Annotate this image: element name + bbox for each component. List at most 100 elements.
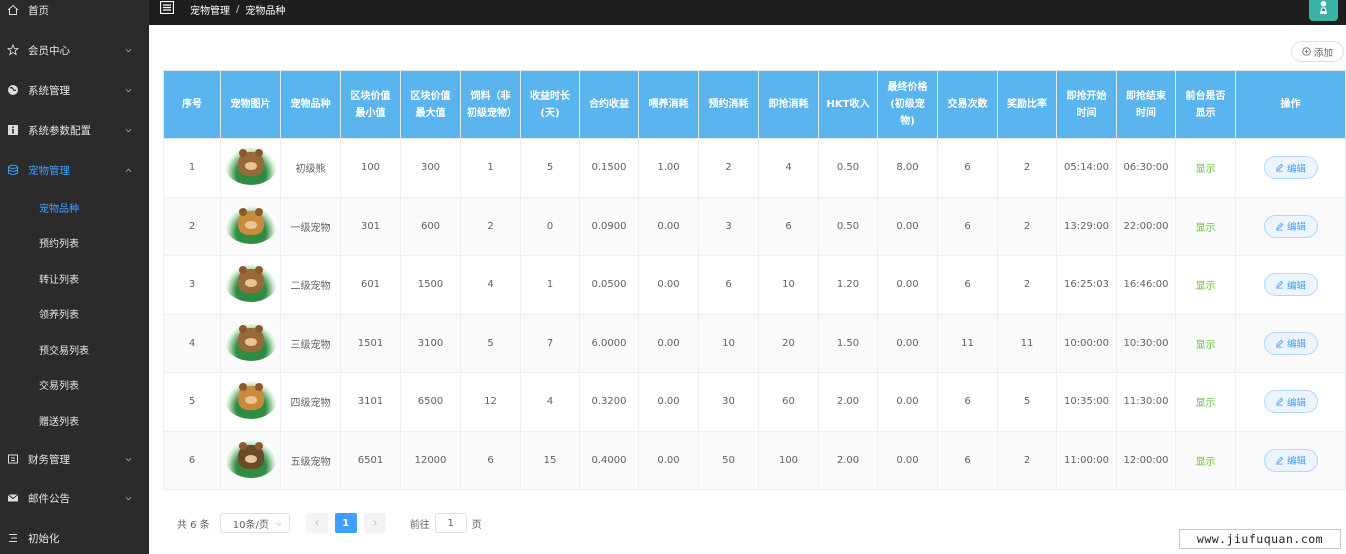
submenu-item-trades[interactable]: 交易列表 [0,367,149,402]
sidebar-item-label: 首页 [28,4,49,17]
cell-end: 12:00:00 [1116,430,1176,490]
cell-min: 601 [340,255,401,315]
cell-final-price: 0.00 [877,313,938,373]
submenu-item-transfers[interactable]: 转让列表 [0,261,149,296]
edit-button[interactable]: 编辑 [1263,214,1318,238]
cell-max: 1500 [400,255,461,315]
cell-yield: 0.4000 [579,430,639,490]
cell-feed-cost: 0.00 [638,372,699,432]
cell-reward: 2 [997,430,1057,490]
cell-start: 16:25:03 [1056,255,1117,315]
sidebar-item-pet-management[interactable]: 宠物管理 [0,150,149,190]
submenu-item-pet-breeds[interactable]: 宠物品种 [0,190,149,225]
goto-suffix: 页 [471,519,482,531]
cell-final-price: 0.00 [877,372,938,432]
top-header: 宠物管理 / 宠物品种 [149,0,1346,25]
sidebar: 首页 会员中心 系统管理 系统参数配置 宠物管理 宠物品种 预约列表 转让列表 … [0,0,149,554]
edit-button-label: 编辑 [1286,339,1306,351]
sidebar-item-system[interactable]: 系统管理 [0,70,149,110]
cell-hkt: 0.50 [818,196,878,256]
edit-button-label: 编辑 [1286,222,1306,234]
cell-min: 301 [340,196,401,256]
sidebar-item-label: 系统管理 [28,84,70,97]
edit-button-label: 编辑 [1286,456,1306,468]
show-status: 显示 [1195,164,1216,176]
cell-id: 6 [163,430,221,490]
column-header: 操作 [1235,70,1346,139]
breadcrumb-item-pet-management[interactable]: 宠物管理 [190,2,230,17]
cell-feed: 5 [460,313,521,373]
edit-button[interactable]: 编辑 [1263,331,1318,355]
cell-feed: 12 [460,372,521,432]
column-header: 宠物图片 [220,70,281,139]
edit-icon [1276,398,1284,406]
column-header: 合约收益 [579,70,639,139]
sidebar-item-home[interactable]: 首页 [0,0,149,30]
cell-yield: 0.0900 [579,196,639,256]
submenu-item-pre-trades[interactable]: 预交易列表 [0,332,149,367]
sidebar-item-label: 初始化 [28,532,60,545]
cell-action: 编辑 [1235,196,1346,256]
column-header: 奖励比率 [997,70,1057,139]
show-status: 显示 [1195,339,1216,351]
cell-final-price: 0.00 [877,196,938,256]
sidebar-item-member-center[interactable]: 会员中心 [0,30,149,70]
sidebar-item-initialize[interactable]: 初始化 [0,518,149,554]
column-header: 喂养消耗 [638,70,699,139]
cell-min: 3101 [340,372,401,432]
pet-image-cell [220,196,281,256]
next-page-button[interactable] [363,513,386,533]
menu-toggle-icon[interactable] [160,1,174,14]
cell-id: 5 [163,372,221,432]
cell-reserve-cost: 2 [698,138,759,198]
edit-button[interactable]: 编辑 [1263,390,1318,414]
cell-start: 10:35:00 [1056,372,1117,432]
edit-icon [1276,222,1284,231]
page-number-button[interactable]: 1 [334,513,357,533]
cell-hkt: 2.00 [818,372,878,432]
sidebar-item-finance[interactable]: 财务管理 [0,439,149,479]
goto-page-input[interactable] [434,513,467,533]
edit-button-label: 编辑 [1286,163,1306,175]
column-header: 收益时长(天) [520,70,580,139]
add-button[interactable]: 添加 [1291,41,1344,62]
sidebar-item-system-params[interactable]: 系统参数配置 [0,110,149,150]
sidebar-item-mail-notice[interactable]: 邮件公告 [0,478,149,518]
pet-image-cell [220,138,281,198]
prev-page-button[interactable] [305,513,328,533]
edit-button[interactable]: 编辑 [1263,156,1318,180]
submenu-item-reservations[interactable]: 预约列表 [0,225,149,260]
pet-image [224,381,277,420]
table-row: 5 四级宠物 3101 6500 12 4 0.3200 0.00 30 60 2.00 0.00 6 5… [163,372,1346,432]
cell-max: 600 [400,196,461,256]
cell-show: 显示 [1175,372,1236,432]
submenu-item-gifts[interactable]: 赠送列表 [0,403,149,438]
sidebar-item-label: 邮件公告 [28,492,70,505]
cell-feed-cost: 0.00 [638,255,699,315]
cell-trades: 6 [937,255,998,315]
show-status: 显示 [1195,281,1216,293]
cell-start: 13:29:00 [1056,196,1117,256]
cell-action: 编辑 [1235,372,1346,432]
add-button-label: 添加 [1313,47,1333,59]
chevron-up-icon [125,168,132,173]
cell-hkt: 0.50 [818,138,878,198]
home-icon [6,3,20,17]
cell-reward: 2 [997,255,1057,315]
edit-button[interactable]: 编辑 [1263,448,1318,472]
cell-name: 初级熊 [280,138,341,198]
cell-reward: 5 [997,372,1057,432]
cell-yield: 0.0500 [579,255,639,315]
edit-button[interactable]: 编辑 [1263,273,1318,297]
cell-trades: 6 [937,372,998,432]
page-size-select[interactable]: 10条/页 [219,513,290,533]
submenu-item-adoptions[interactable]: 领养列表 [0,296,149,331]
cell-end: 16:46:00 [1116,255,1176,315]
avatar[interactable] [1309,0,1338,21]
cell-trades: 6 [937,430,998,490]
cell-min: 1501 [340,313,401,373]
cell-days: 5 [520,138,580,198]
cell-feed: 6 [460,430,521,490]
show-status: 显示 [1195,222,1216,234]
cell-yield: 0.1500 [579,138,639,198]
